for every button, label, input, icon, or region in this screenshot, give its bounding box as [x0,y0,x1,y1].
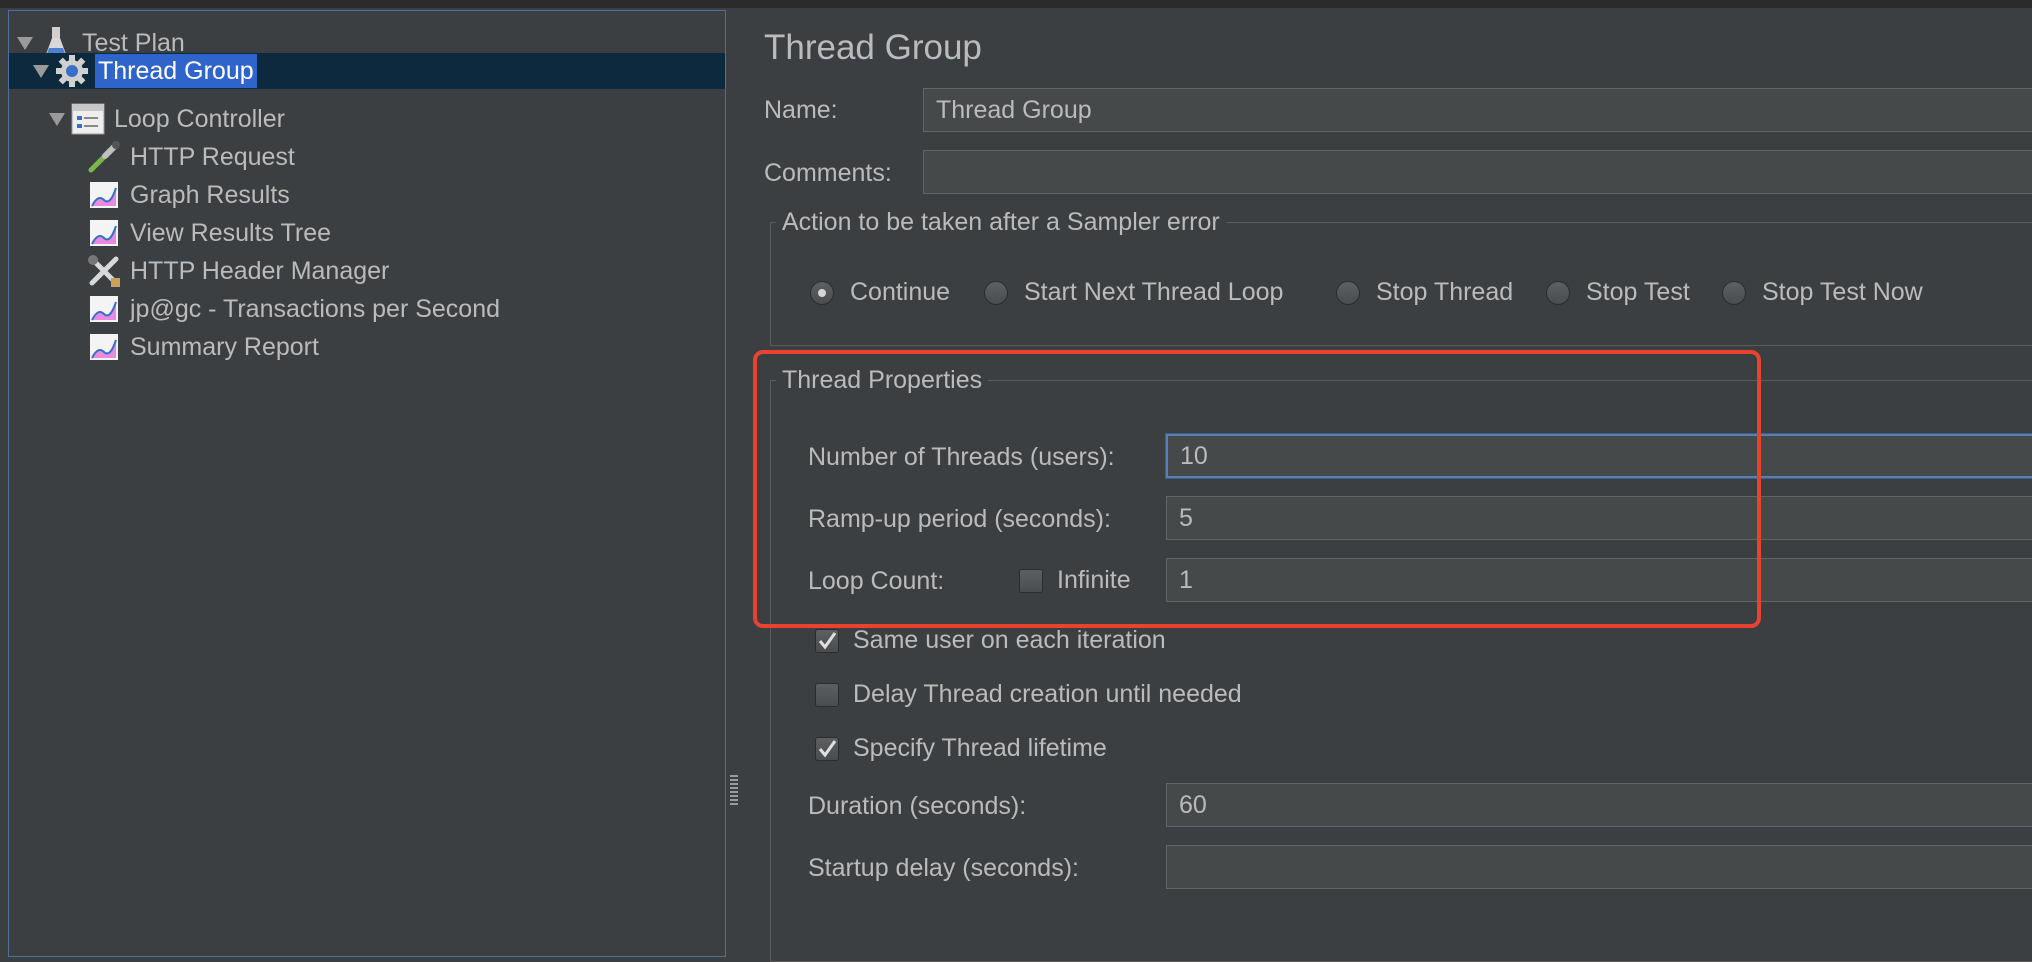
tree-item-label: jp@gc - Transactions per Second [130,295,501,323]
page-title: Thread Group [764,28,982,67]
radio-label: Stop Test Now [1762,278,1923,306]
delay-thread-checkbox[interactable]: Delay Thread creation until needed [815,680,1242,709]
thread-lifetime-label: Specify Thread lifetime [853,734,1107,762]
thread-lifetime-checkbox[interactable]: Specify Thread lifetime [815,734,1107,763]
duration-field[interactable]: 60 [1166,783,2032,827]
comments-label: Comments: [764,159,892,187]
same-user-checkbox[interactable]: Same user on each iteration [815,626,1166,655]
radio-start-next-thread-loop[interactable]: Start Next Thread Loop [984,278,1283,307]
startup-delay-label: Startup delay (seconds): [808,854,1079,882]
test-plan-tree[interactable]: Test Plan Thread Group Loop Controller H… [8,10,726,957]
tree-item-label: Summary Report [130,333,319,361]
tree-item-label: Thread Group [95,54,257,88]
graph-listener-icon [87,330,121,364]
radio-stop-test[interactable]: Stop Test [1546,278,1690,307]
radio-label: Stop Test [1586,278,1690,306]
sampler-error-title: Action to be taken after a Sampler error [776,208,1226,237]
name-label: Name: [764,96,838,124]
highlight-box [753,350,1761,628]
radio-continue[interactable]: Continue [810,278,950,307]
radio-label: Stop Thread [1376,278,1514,306]
comments-field[interactable] [923,150,2032,194]
tree-item-label: HTTP Request [130,143,295,171]
radio-label: Start Next Thread Loop [1024,278,1284,306]
tree-item-graph-results[interactable]: Graph Results [87,177,293,213]
delay-thread-label: Delay Thread creation until needed [853,680,1242,708]
tree-item-view-results-tree[interactable]: View Results Tree [87,215,334,251]
tree-item-thread-group[interactable]: Thread Group [9,53,725,89]
radio-icon[interactable] [1722,280,1746,305]
radio-label: Continue [850,278,951,306]
name-field[interactable]: Thread Group [923,88,2032,132]
radio-stop-test-now[interactable]: Stop Test Now [1722,278,1923,307]
window-top-edge [0,0,2032,8]
checkbox-unchecked-icon[interactable] [815,682,839,707]
tree-item-label: HTTP Header Manager [130,257,390,285]
gear-icon [55,54,89,88]
tools-icon [87,254,121,288]
tree-item-http-request[interactable]: HTTP Request [87,139,298,175]
radio-icon[interactable] [984,280,1008,305]
radio-icon[interactable] [1546,280,1570,305]
tree-item-loop-controller[interactable]: Loop Controller [49,101,288,137]
radio-stop-thread[interactable]: Stop Thread [1336,278,1513,307]
expand-toggle-icon[interactable] [33,64,49,78]
loop-controller-icon [71,102,105,136]
checkmark-icon[interactable] [815,628,839,653]
pipette-icon [87,140,121,174]
checkmark-icon[interactable] [815,736,839,761]
graph-listener-icon [87,216,121,250]
startup-delay-field[interactable] [1166,845,2032,889]
tree-item-summary-report[interactable]: Summary Report [87,329,322,365]
graph-listener-icon [87,292,121,326]
tree-item-http-header-manager[interactable]: HTTP Header Manager [87,253,392,289]
split-pane-grip[interactable] [730,775,738,807]
duration-label: Duration (seconds): [808,792,1027,820]
expand-toggle-icon[interactable] [49,112,65,126]
same-user-label: Same user on each iteration [853,626,1166,654]
tree-item-label: View Results Tree [130,219,332,247]
radio-icon[interactable] [1336,280,1360,305]
graph-listener-icon [87,178,121,212]
expand-toggle-icon[interactable] [17,36,33,50]
tree-item-label: Graph Results [130,181,290,209]
radio-selected-icon[interactable] [810,280,834,305]
tree-item-transactions-per-second[interactable]: jp@gc - Transactions per Second [87,291,503,327]
tree-item-label: Loop Controller [114,105,285,133]
